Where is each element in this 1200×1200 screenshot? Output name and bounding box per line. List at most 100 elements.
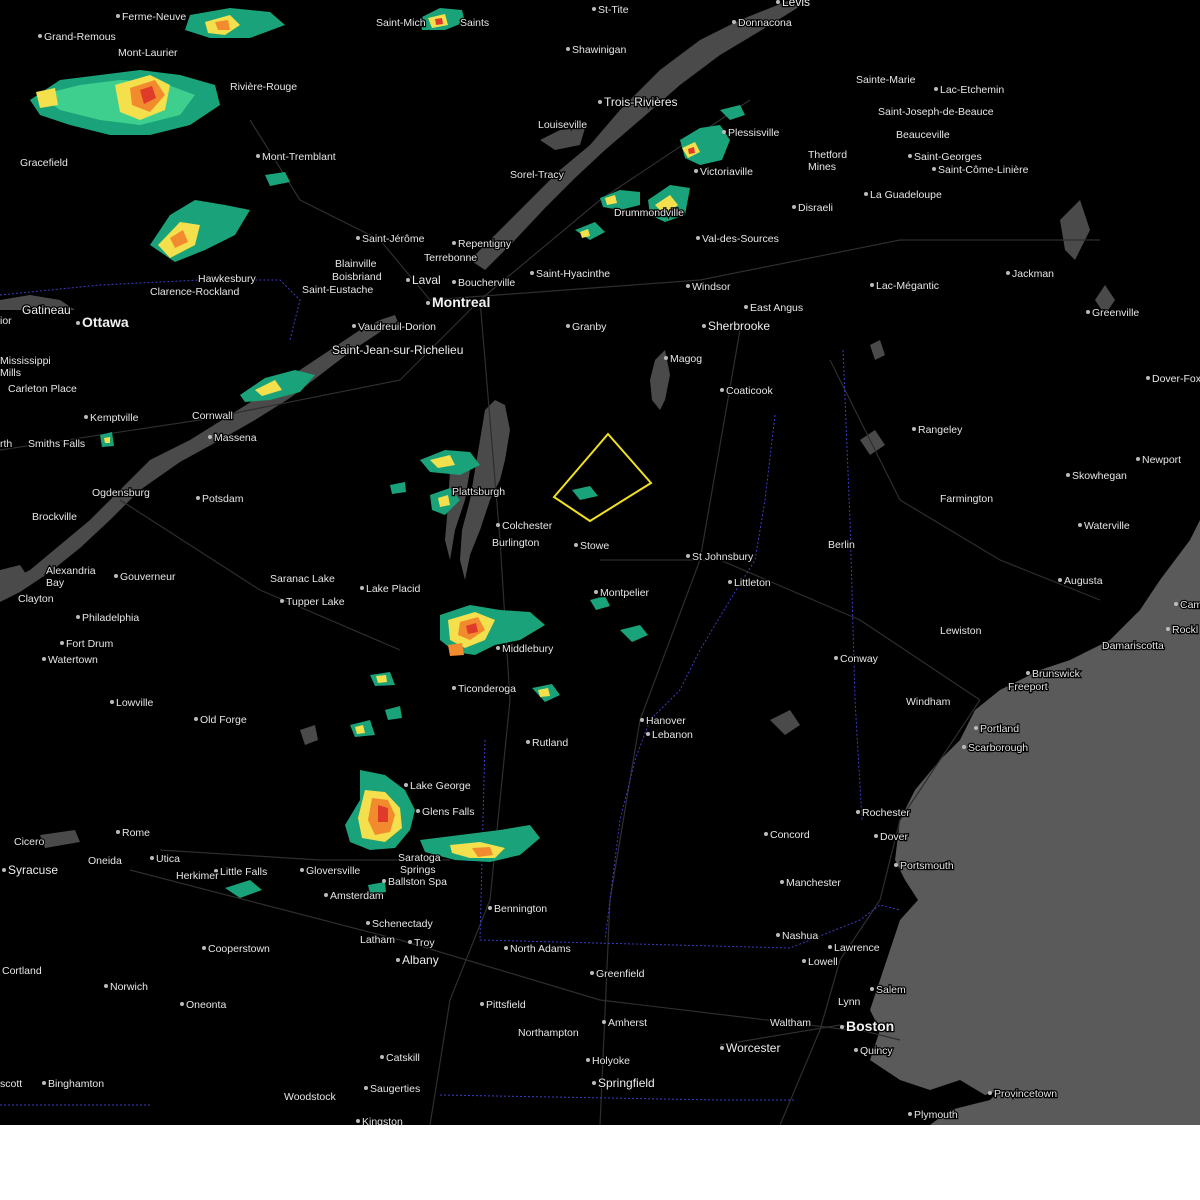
city-dot-lake-placid	[360, 586, 364, 590]
city-label-st-johnsbury: St Johnsbury	[692, 551, 754, 563]
city-label-waterville: Waterville	[1084, 520, 1130, 532]
city-label-lebanon: Lebanon	[652, 729, 693, 741]
city-label-ticonderoga: Ticonderoga	[458, 683, 516, 695]
city-label-skowhegan: Skowhegan	[1072, 470, 1127, 482]
city-label-saratoga: Saratoga	[398, 852, 441, 864]
city-label-saint-come: Saint-Côme-Linière	[938, 164, 1029, 176]
city-label-shawinigan: Shawinigan	[572, 44, 626, 56]
city-dot-ottawa	[76, 321, 80, 325]
city-dot-syracuse	[2, 868, 6, 872]
city-label-sorel-tracy: Sorel-Tracy	[510, 169, 565, 181]
city-dot-st-tite	[592, 7, 596, 11]
city-label-oneonta: Oneonta	[186, 999, 226, 1011]
city-dot-la-guadeloupe	[864, 192, 868, 196]
city-dot-conway	[834, 656, 838, 660]
city-label-ior: ior	[0, 315, 12, 327]
city-label-saint-georges: Saint-Georges	[914, 151, 982, 163]
radar-map[interactable]: Levis Ferme-Neuve Saint-Mich Saints St-Tite D…	[0, 0, 1200, 1125]
city-dot-quincy	[854, 1048, 858, 1052]
city-dot-salem	[870, 987, 874, 991]
city-dot-plessisville	[722, 130, 726, 134]
city-label-plymouth: Plymouth	[914, 1109, 958, 1121]
city-label-trois-rivieres: Trois-Rivières	[604, 95, 678, 109]
city-label-repentigny: Repentigny	[458, 238, 512, 250]
city-dot-brunswick	[1026, 671, 1030, 675]
city-label-montreal: Montreal	[432, 294, 490, 310]
city-dot-saint-come	[932, 167, 936, 171]
city-label-lowell: Lowell	[808, 956, 838, 968]
city-label-laval: Laval	[412, 273, 441, 287]
city-label-bay: Bay	[46, 577, 65, 589]
city-dot-philadelphia	[76, 615, 80, 619]
city-label-rangeley: Rangeley	[918, 424, 963, 436]
city-label-cicero: Cicero	[14, 836, 45, 848]
city-dot-victoriaville	[694, 169, 698, 173]
city-label-lac-etchemin: Lac-Etchemin	[940, 84, 1004, 96]
city-label-victoriaville: Victoriaville	[700, 166, 753, 178]
city-label-hanover: Hanover	[646, 715, 686, 727]
city-label-saint-eustache: Saint-Eustache	[302, 284, 373, 296]
city-dot-lake-george	[404, 783, 408, 787]
city-dot-saint-hyacinthe	[530, 271, 534, 275]
city-label-freeport: Freeport	[1008, 681, 1048, 693]
city-dot-lawrence	[828, 945, 832, 949]
city-dot-colchester	[496, 523, 500, 527]
city-dot-kingston	[356, 1119, 360, 1123]
city-label-grand-remous: Grand-Remous	[44, 31, 116, 43]
city-dot-glens-falls	[416, 809, 420, 813]
city-label-la-guadeloupe: La Guadeloupe	[870, 189, 942, 201]
city-label-lynn: Lynn	[838, 996, 861, 1008]
city-label-concord: Concord	[770, 829, 810, 841]
city-dot-jackman	[1006, 271, 1010, 275]
city-label-norwich: Norwich	[110, 981, 148, 993]
city-dot-vaudreuil	[352, 324, 356, 328]
city-dot-donnacona	[732, 20, 736, 24]
city-dot-shawinigan	[566, 47, 570, 51]
city-label-magog: Magog	[670, 353, 702, 365]
city-label-schenectady: Schenectady	[372, 918, 433, 930]
city-dot-scarborough	[962, 745, 966, 749]
city-dot-potsdam	[196, 496, 200, 500]
city-label-cornwall: Cornwall	[192, 410, 233, 422]
city-label-scott: scott	[0, 1078, 22, 1090]
city-label-windham: Windham	[906, 696, 951, 708]
city-dot-lac-megantic	[870, 283, 874, 287]
city-label-fort-drum: Fort Drum	[66, 638, 114, 650]
city-label-saugerties: Saugerties	[370, 1083, 420, 1095]
city-dot-utica	[150, 856, 154, 860]
city-label-saranac-lake: Saranac Lake	[270, 573, 335, 585]
city-label-riviere-rouge: Rivière-Rouge	[230, 81, 297, 93]
city-label-middlebury: Middlebury	[502, 643, 554, 655]
city-dot-cooperstown	[202, 946, 206, 950]
city-label-portsmouth: Portsmouth	[900, 860, 954, 872]
city-label-sherbrooke: Sherbrooke	[708, 319, 770, 333]
city-label-plattsburgh: Plattsburgh	[452, 486, 505, 498]
city-label-little-falls: Little Falls	[220, 866, 267, 878]
city-dot-saugerties	[364, 1086, 368, 1090]
city-label-kingston: Kingston	[362, 1116, 403, 1125]
city-dot-pittsfield	[480, 1002, 484, 1006]
city-label-portland: Portland	[980, 723, 1019, 735]
city-label-saint-jerome: Saint-Jérôme	[362, 233, 425, 245]
city-dot-rockl	[1166, 627, 1170, 631]
city-label-colchester: Colchester	[502, 520, 553, 532]
city-dot-middlebury	[496, 646, 500, 650]
city-label-newport: Newport	[1142, 454, 1181, 466]
city-label-saints: Saints	[460, 17, 489, 29]
city-label-louiseville: Louiseville	[538, 119, 587, 131]
city-label-rutland: Rutland	[532, 737, 568, 749]
city-dot-laval	[406, 278, 410, 282]
city-label-disraeli: Disraeli	[798, 202, 833, 214]
city-dot-saint-georges	[908, 154, 912, 158]
city-label-alexandria: Alexandria	[46, 565, 96, 577]
city-dot-provincetown	[988, 1091, 992, 1095]
city-label-saint-joseph: Saint-Joseph-de-Beauce	[878, 106, 994, 118]
city-dot-greenville	[1086, 310, 1090, 314]
city-dot-grand-remous	[38, 34, 42, 38]
city-label-sainte-marie: Sainte-Marie	[856, 74, 916, 86]
city-dot-augusta	[1058, 578, 1062, 582]
city-dot-troy	[408, 940, 412, 944]
city-label-thetford: Thetford	[808, 149, 847, 161]
city-dot-littleton	[728, 580, 732, 584]
city-label-lowville: Lowville	[116, 697, 154, 709]
